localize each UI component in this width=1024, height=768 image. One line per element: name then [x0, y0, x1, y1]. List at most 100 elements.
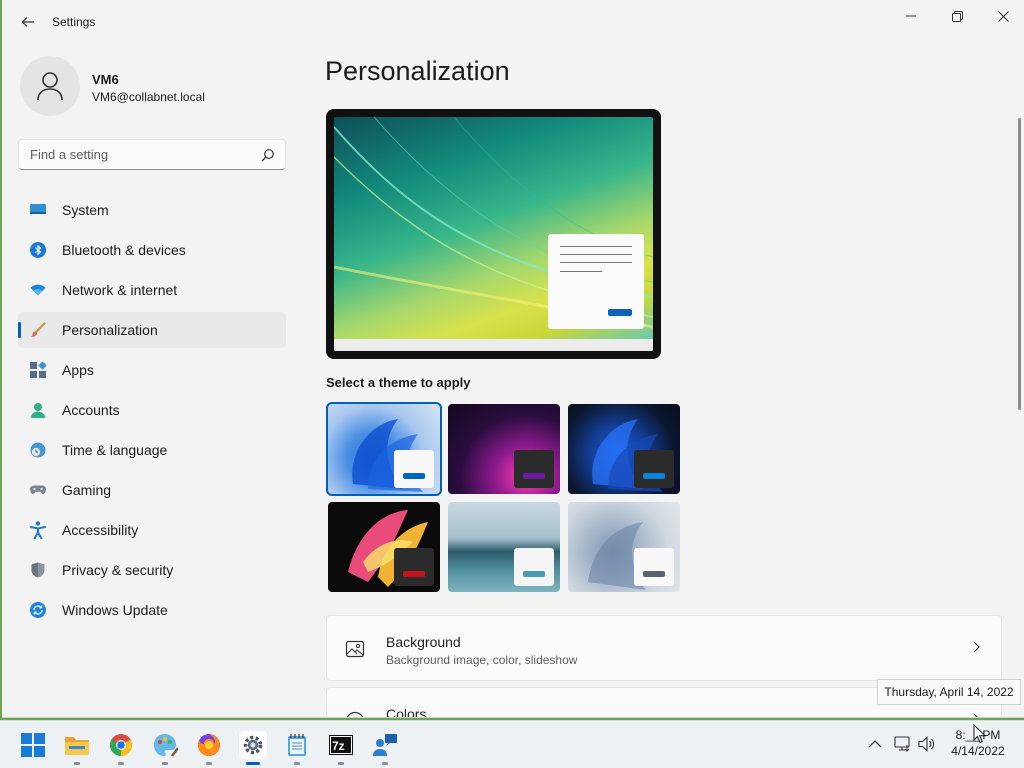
user-email: VM6@collabnet.local	[92, 90, 205, 104]
mouse-cursor-icon	[973, 724, 986, 744]
page-title: Personalization	[325, 56, 510, 86]
settings-window: Settings VM6 VM6@collabnet.local System …	[2, 0, 1024, 718]
user-profile[interactable]: VM6 VM6@collabnet.local	[20, 56, 290, 116]
restore-icon	[951, 10, 963, 22]
file-explorer-icon	[65, 737, 89, 755]
sidebar-nav: System Bluetooth & devices Network & int…	[18, 192, 286, 632]
gamepad-icon	[30, 482, 46, 498]
chevron-right-icon	[973, 713, 978, 717]
7zip-icon: 7z	[329, 735, 353, 755]
tray-volume-button[interactable]	[918, 735, 936, 753]
sidebar-item-windows-update[interactable]: Windows Update	[18, 592, 286, 628]
accessibility-icon	[30, 521, 46, 539]
preview-accent-button	[608, 309, 632, 316]
firefox-icon	[197, 734, 220, 756]
row-title: Background	[386, 634, 461, 650]
sidebar-item-label: Apps	[62, 362, 94, 378]
globe-clock-icon	[30, 442, 46, 458]
theme-glow[interactable]	[448, 404, 560, 494]
row-title: Colors	[386, 706, 427, 718]
taskbar-paint[interactable]	[151, 731, 179, 765]
sidebar-item-network[interactable]: Network & internet	[18, 272, 286, 308]
sidebar-item-personalization[interactable]: Personalization	[18, 312, 286, 348]
taskbar-remote-assist[interactable]	[371, 731, 399, 765]
taskbar-chrome[interactable]	[107, 731, 135, 765]
theme-preview	[326, 109, 661, 359]
close-button[interactable]	[980, 2, 1024, 30]
sidebar-item-accessibility[interactable]: Accessibility	[18, 512, 286, 548]
volume-icon	[918, 736, 935, 752]
chevron-up-icon	[868, 740, 882, 748]
sidebar-item-label: Time & language	[62, 442, 168, 458]
preview-taskbar	[334, 339, 653, 351]
svg-text:7z: 7z	[332, 739, 345, 753]
notepad-icon	[288, 734, 306, 756]
chrome-icon	[110, 734, 132, 756]
taskbar-notepad[interactable]	[283, 731, 311, 765]
theme-heading: Select a theme to apply	[326, 375, 471, 390]
theme-captured-motion[interactable]	[328, 502, 440, 592]
taskbar: 7z 8:__ PM 4/14/2022	[0, 720, 1024, 768]
theme-sunrise[interactable]	[568, 502, 680, 592]
taskbar-7zip[interactable]: 7z	[327, 731, 355, 765]
paint-icon	[154, 734, 178, 757]
scrollbar[interactable]	[1018, 118, 1021, 410]
tray-network-button[interactable]	[894, 735, 912, 753]
start-icon	[21, 733, 45, 757]
back-button[interactable]	[18, 12, 38, 32]
search-icon[interactable]	[261, 148, 275, 162]
sidebar-item-label: Bluetooth & devices	[62, 242, 186, 258]
date-tooltip: Thursday, April 14, 2022	[877, 679, 1021, 705]
chevron-right-icon	[973, 641, 980, 653]
sidebar-item-apps[interactable]: Apps	[18, 352, 286, 388]
taskbar-firefox[interactable]	[195, 731, 223, 765]
tray-overflow-button[interactable]	[866, 735, 884, 753]
clock-date: 4/14/2022	[951, 744, 1005, 758]
row-subtitle: Background image, color, slideshow	[386, 653, 578, 667]
sidebar-item-system[interactable]: System	[18, 192, 286, 228]
avatar	[20, 56, 80, 116]
system-display-icon	[30, 202, 46, 218]
app-title: Settings	[52, 15, 96, 29]
sidebar-item-label: System	[62, 202, 109, 218]
preview-window-card	[548, 234, 644, 329]
theme-flow[interactable]	[448, 502, 560, 592]
restore-button[interactable]	[934, 2, 980, 30]
shield-icon	[30, 562, 46, 578]
sidebar-item-accounts[interactable]: Accounts	[18, 392, 286, 428]
wallpaper-preview	[334, 117, 653, 351]
palette-icon	[346, 711, 364, 717]
image-icon	[345, 640, 365, 658]
sidebar-item-label: Gaming	[62, 482, 112, 498]
minimize-icon	[906, 15, 916, 17]
title-bar: Settings	[2, 0, 1024, 44]
minimize-button[interactable]	[888, 2, 934, 30]
close-icon	[997, 10, 1009, 22]
person-icon	[37, 72, 63, 101]
theme-windows-light[interactable]	[326, 402, 442, 496]
sidebar-item-time-language[interactable]: Time & language	[18, 432, 286, 468]
bluetooth-icon	[30, 242, 46, 258]
sidebar-item-bluetooth[interactable]: Bluetooth & devices	[18, 232, 286, 268]
sidebar-item-label: Windows Update	[62, 602, 168, 618]
person-icon	[30, 402, 46, 418]
start-button[interactable]	[19, 731, 47, 759]
settings-icon	[243, 735, 263, 755]
search-input[interactable]	[19, 140, 285, 169]
arrow-left-icon	[21, 17, 34, 27]
taskbar-file-explorer[interactable]	[63, 731, 91, 765]
remote-assist-icon	[373, 734, 397, 756]
taskbar-settings[interactable]	[239, 731, 267, 765]
background-setting-row[interactable]: Background Background image, color, slid…	[326, 615, 1002, 681]
sidebar-item-label: Network & internet	[62, 282, 178, 298]
wifi-icon	[30, 282, 46, 298]
apps-icon	[30, 362, 46, 378]
paintbrush-icon	[30, 322, 46, 338]
theme-windows-dark[interactable]	[568, 404, 680, 494]
sidebar-item-label: Accounts	[62, 402, 120, 418]
sidebar-item-label: Privacy & security	[62, 562, 174, 578]
sidebar-item-label: Personalization	[62, 322, 158, 338]
network-icon	[894, 736, 910, 752]
sidebar-item-gaming[interactable]: Gaming	[18, 472, 286, 508]
sidebar-item-privacy[interactable]: Privacy & security	[18, 552, 286, 588]
